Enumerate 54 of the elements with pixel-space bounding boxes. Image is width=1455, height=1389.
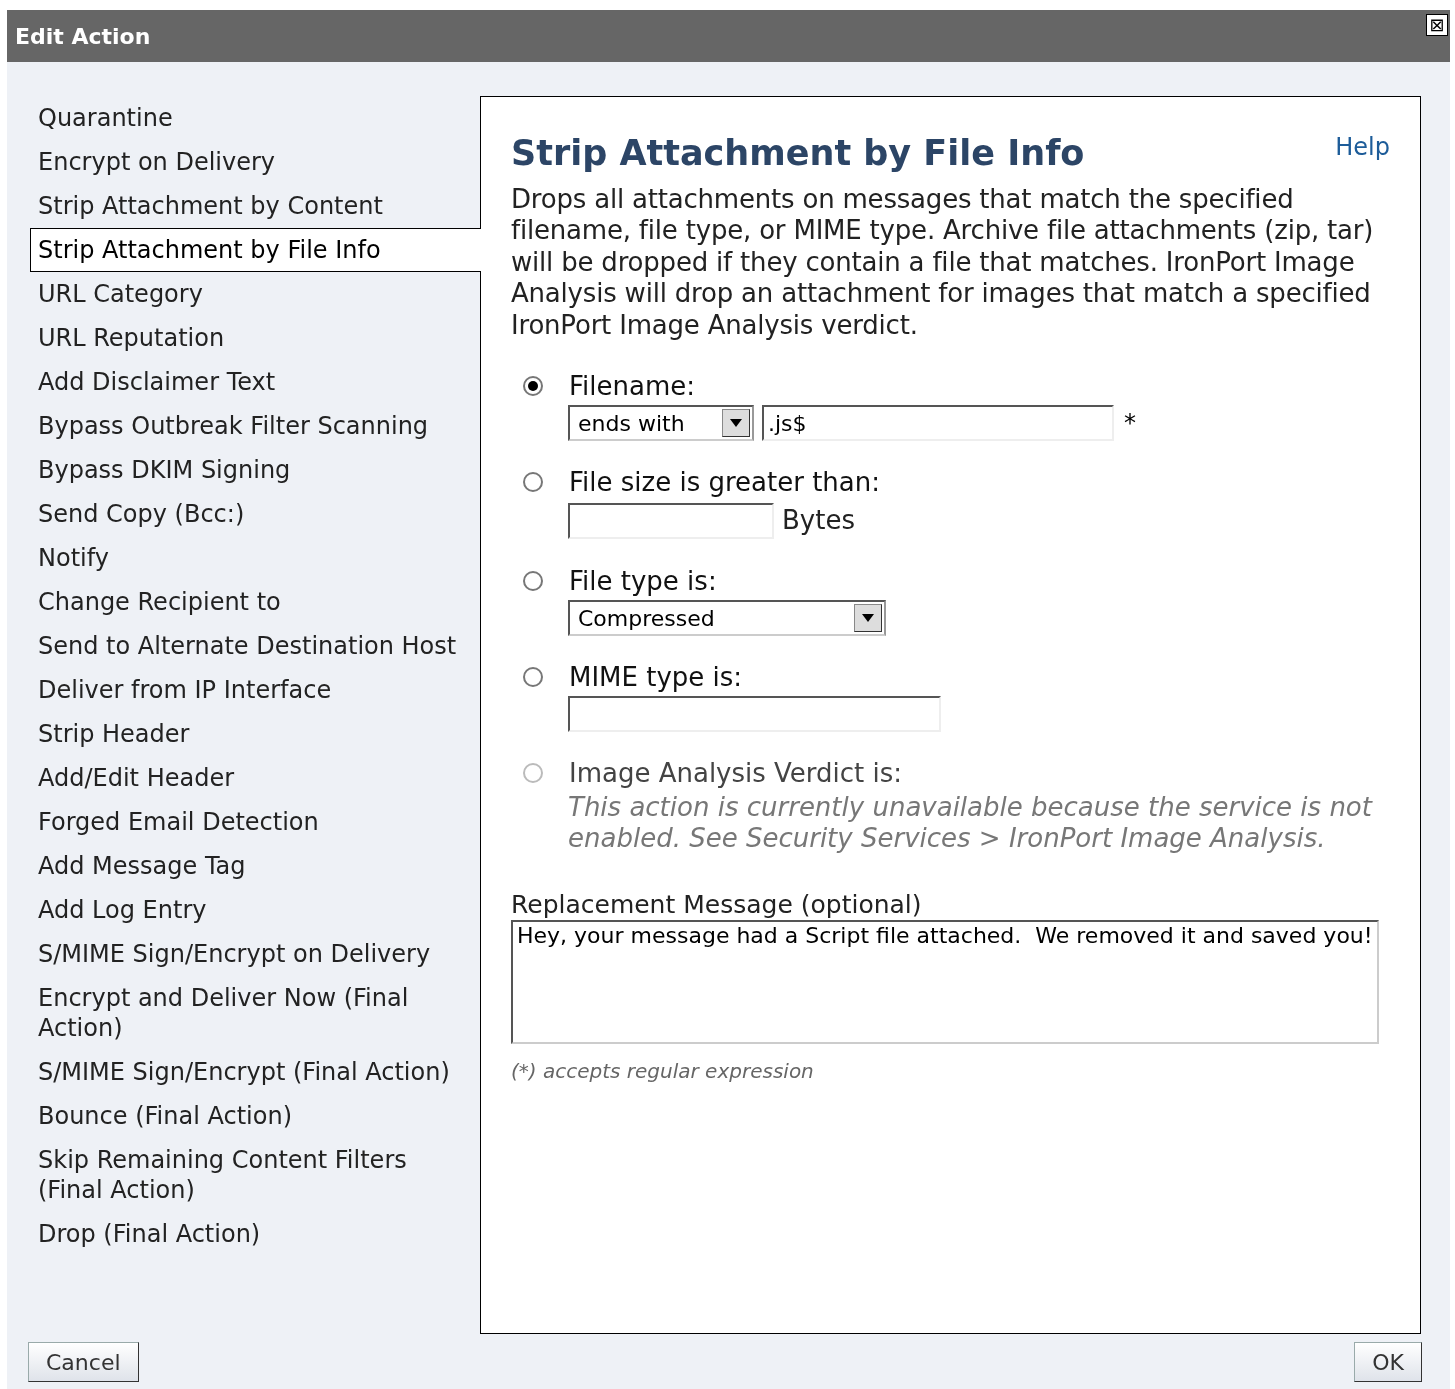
action-list-item[interactable]: Add Message Tag [30, 844, 480, 888]
dropdown[interactable]: ends with [568, 405, 754, 441]
action-list-item[interactable]: Bypass Outbreak Filter Scanning [30, 404, 480, 448]
action-list-item[interactable]: Skip Remaining Content Filters (Final Action) [30, 1138, 480, 1212]
cancel-button[interactable]: Cancel [28, 1342, 139, 1382]
dropdown-arrow-icon [862, 614, 874, 622]
radio-button[interactable] [523, 472, 543, 492]
window-title: Edit Action [15, 22, 151, 51]
action-list-item[interactable]: Bypass DKIM Signing [30, 448, 480, 492]
action-list-item[interactable]: Strip Attachment by Content [30, 184, 480, 228]
action-list-item[interactable]: Deliver from IP Interface [30, 668, 480, 712]
action-list-item[interactable]: Notify [30, 536, 480, 580]
action-list-item[interactable]: Send to Alternate Destination Host [30, 624, 480, 668]
required-mark: * [1124, 408, 1136, 439]
action-list-item[interactable]: Quarantine [30, 96, 480, 140]
action-list-item[interactable]: Change Recipient to [30, 580, 480, 624]
action-list-item[interactable]: Send Copy (Bcc:) [30, 492, 480, 536]
dropdown-arrow-icon [730, 419, 742, 427]
action-list-item[interactable]: Strip Header [30, 712, 480, 756]
option-label: MIME type is: [569, 662, 743, 692]
action-list-item[interactable]: URL Reputation [30, 316, 480, 360]
unit-label: Bytes [782, 504, 855, 537]
action-list-item[interactable]: S/MIME Sign/Encrypt on Delivery [30, 932, 480, 976]
action-list-item[interactable]: Encrypt and Deliver Now (Final Action) [30, 976, 480, 1050]
option-label: Filename: [569, 371, 695, 401]
filename-field[interactable]: .js$ [762, 405, 1114, 441]
panel-title: Strip Attachment by File Info [511, 132, 1085, 175]
action-list-item[interactable]: Encrypt on Delivery [30, 140, 480, 184]
description-text: Drops all attachments on messages that match the specified filename, file type, or MIME type. Archive file attachments (zip, tar) will be dropped if they contain a file that matches. IronPort Image Analysis will drop an attachment for images that match a specified IronPort Image Analysis verdict. [511, 183, 1375, 341]
replacement-message-field[interactable]: Hey, your message had a Script file attached. We removed it and saved you! [511, 920, 1379, 1044]
action-list-item[interactable]: Add Disclaimer Text [30, 360, 480, 404]
option-label: File size is greater than: [569, 467, 881, 497]
help-link[interactable]: Help [1335, 129, 1390, 165]
file-size-field[interactable] [568, 502, 774, 539]
action-list-item[interactable]: Strip Attachment by File Info [30, 228, 481, 272]
close-button[interactable]: ⊠ [1426, 14, 1448, 36]
dropdown[interactable]: Compressed [568, 600, 886, 636]
unavailable-note: This action is currently unavailable because the service is not enabled. See Security Services > IronPort Image Analysis. [568, 792, 1374, 854]
action-list-item[interactable]: Bounce (Final Action) [30, 1094, 480, 1138]
action-list-item[interactable]: Forged Email Detection [30, 800, 480, 844]
action-list-item[interactable]: S/MIME Sign/Encrypt (Final Action) [30, 1050, 480, 1094]
action-list-item[interactable]: Add Log Entry [30, 888, 480, 932]
footnote-text: (*) accepts regular expression [511, 1058, 815, 1085]
option-label: Image Analysis Verdict is: [569, 758, 903, 788]
ok-button[interactable]: OK [1354, 1342, 1422, 1382]
action-list-item[interactable]: URL Category [30, 272, 480, 316]
action-list-item[interactable]: Add/Edit Header [30, 756, 480, 800]
radio-button[interactable] [523, 667, 543, 687]
radio-button[interactable] [523, 376, 543, 396]
mime-type-field[interactable] [568, 696, 941, 732]
option-label: File type is: [569, 566, 717, 596]
replacement-label: Replacement Message (optional) [511, 890, 923, 920]
action-list-item[interactable]: Drop (Final Action) [30, 1212, 480, 1256]
radio-button[interactable] [523, 571, 543, 591]
